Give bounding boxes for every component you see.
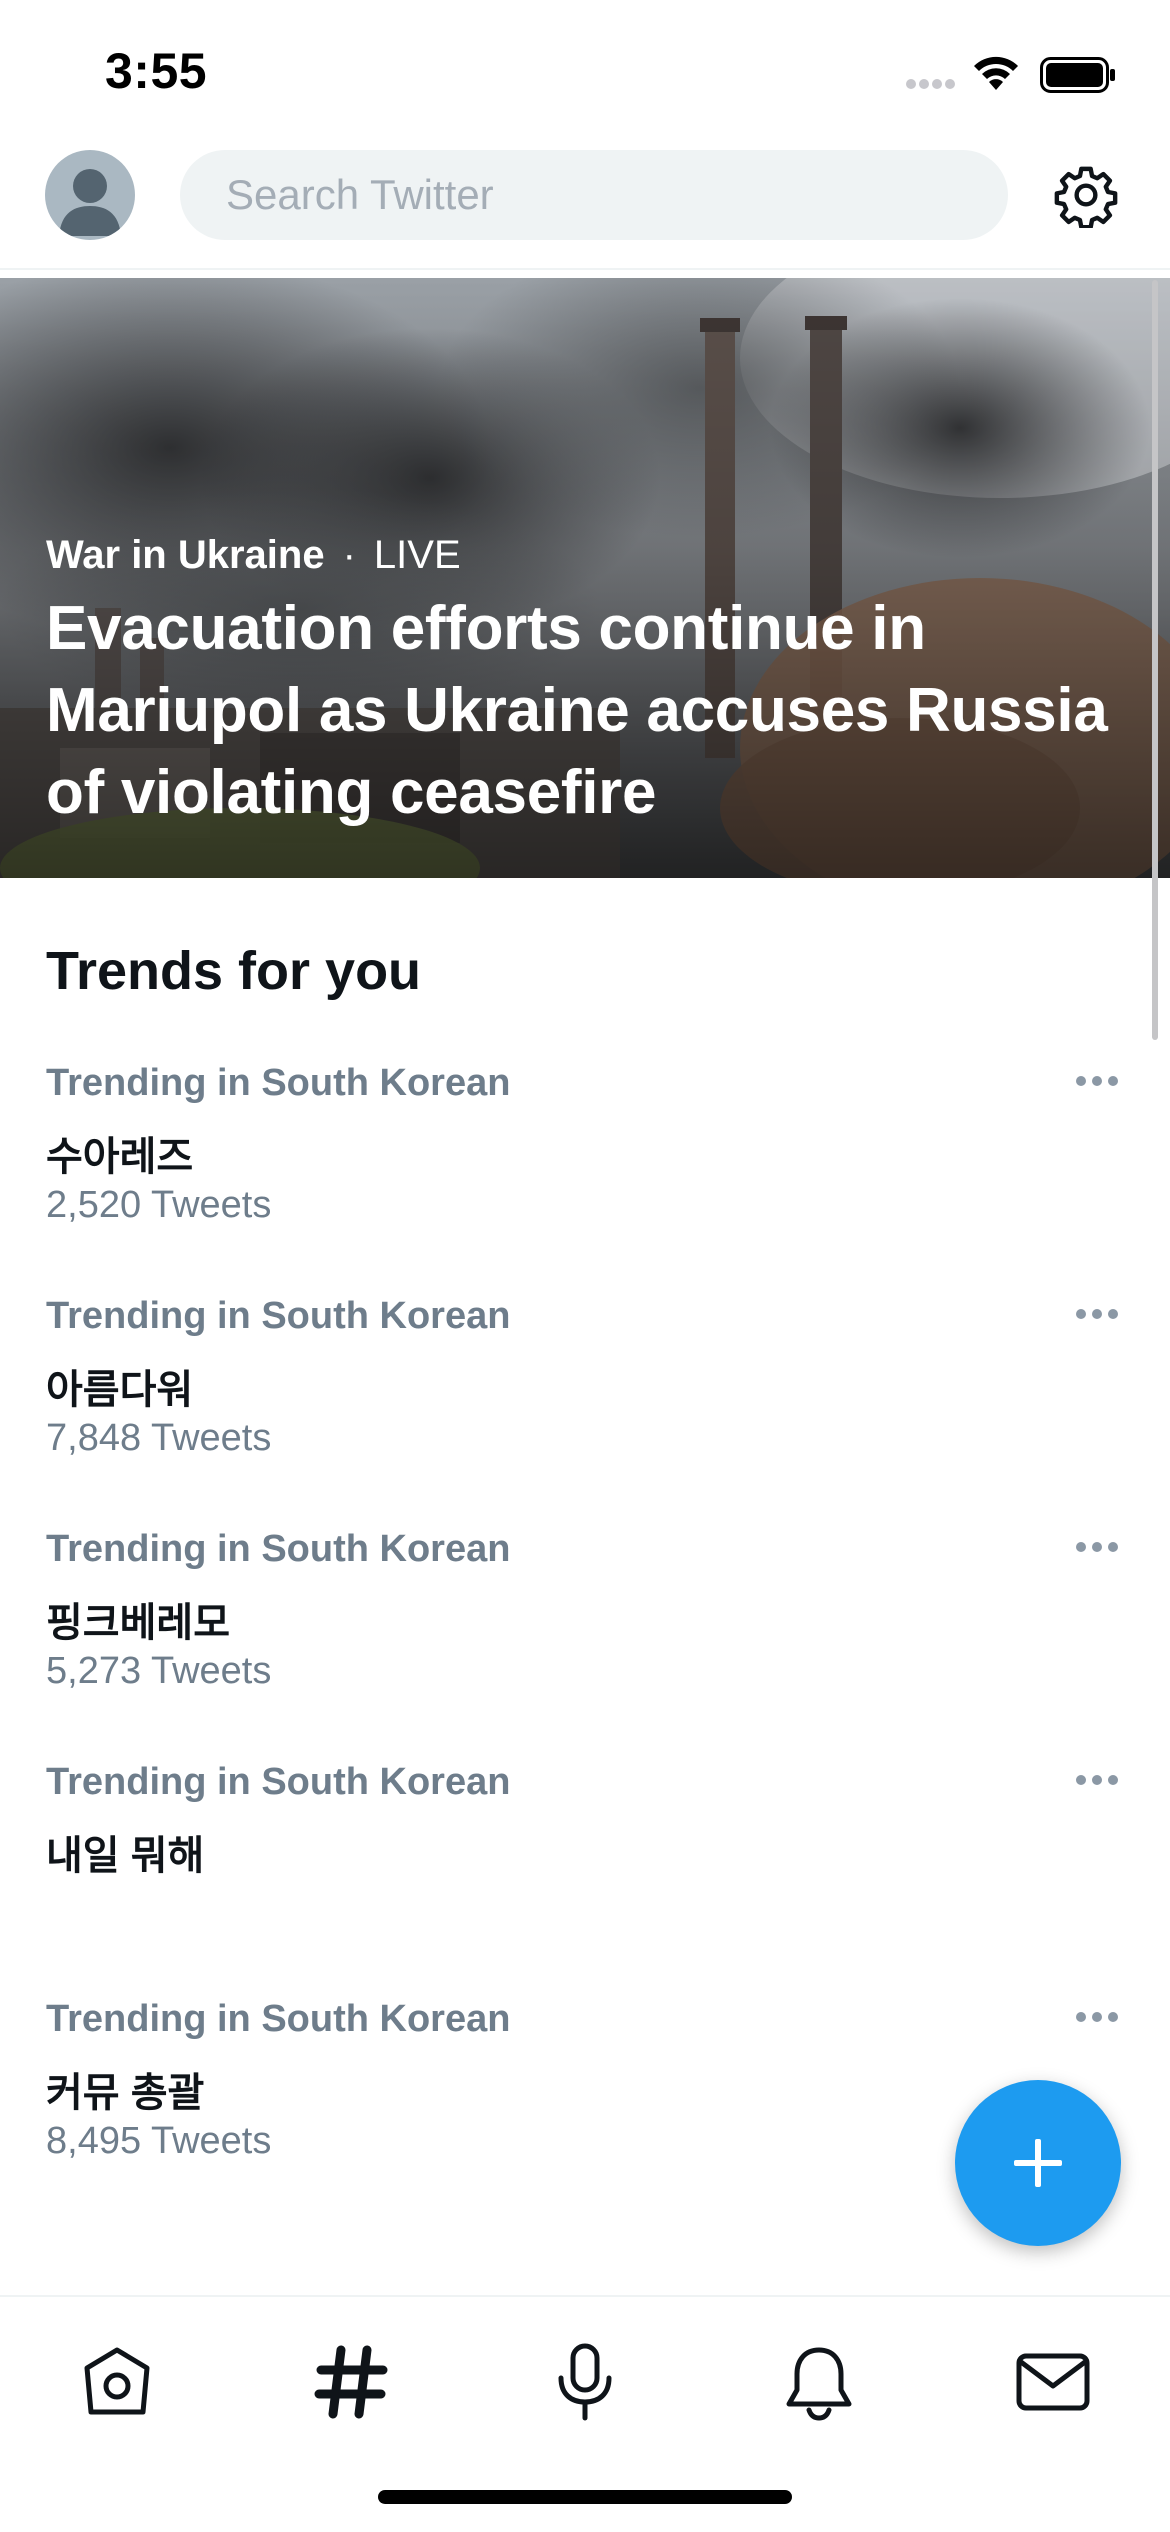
- live-label: LIVE: [373, 533, 461, 577]
- trend-name: 핑크베레모: [46, 1601, 230, 1645]
- wifi-icon: [974, 56, 1018, 90]
- trend-item[interactable]: Trending in South Korean 수아레즈 2,520 Twee…: [0, 1062, 1170, 1262]
- plus-icon: [1014, 2139, 1062, 2187]
- messages-envelope-icon[interactable]: [1013, 2342, 1093, 2422]
- trend-name: 커뮤 총괄: [46, 2071, 205, 2115]
- more-options-icon[interactable]: [1074, 1307, 1120, 1321]
- trend-name: 아름다워: [46, 1368, 194, 1412]
- explore-header: [0, 140, 1170, 270]
- news-meta: War in Ukraine · LIVE: [46, 533, 1120, 578]
- battery-icon: [1040, 57, 1115, 93]
- featured-news-text: War in Ukraine · LIVE Evacuation efforts…: [46, 533, 1120, 834]
- notifications-bell-icon[interactable]: [779, 2342, 859, 2422]
- more-options-icon[interactable]: [1074, 1074, 1120, 1088]
- trend-item[interactable]: Trending in South Korean 아름다워 7,848 Twee…: [0, 1295, 1170, 1495]
- news-topic: War in Ukraine: [46, 533, 325, 577]
- trend-tweet-count: 8,495 Tweets: [46, 2120, 272, 2162]
- scrollbar[interactable]: [1152, 280, 1158, 1040]
- settings-gear-icon[interactable]: [1053, 162, 1119, 228]
- compose-tweet-button[interactable]: [955, 2080, 1121, 2246]
- trend-item[interactable]: Trending in South Korean 핑크베레모 5,273 Twe…: [0, 1528, 1170, 1728]
- home-indicator[interactable]: [378, 2490, 792, 2504]
- profile-avatar[interactable]: [45, 150, 135, 240]
- featured-news-card[interactable]: War in Ukraine · LIVE Evacuation efforts…: [0, 278, 1170, 878]
- trend-context: Trending in South Korean: [46, 1062, 511, 1104]
- trend-item[interactable]: Trending in South Korean 내일 뭐해: [0, 1761, 1170, 1961]
- trend-tweet-count: 5,273 Tweets: [46, 1650, 272, 1692]
- trend-name: 수아레즈: [46, 1135, 194, 1179]
- explore-hashtag-icon[interactable]: [311, 2342, 391, 2422]
- status-bar: 3:55: [0, 0, 1170, 140]
- trend-context: Trending in South Korean: [46, 1528, 511, 1570]
- more-options-icon[interactable]: [1074, 1540, 1120, 1554]
- trends-section-title: Trends for you: [46, 941, 422, 1001]
- trend-context: Trending in South Korean: [46, 1998, 511, 2040]
- trend-name: 내일 뭐해: [46, 1834, 205, 1878]
- trend-context: Trending in South Korean: [46, 1295, 511, 1337]
- status-time: 3:55: [105, 43, 208, 99]
- news-headline: Evacuation efforts continue in Mariupol …: [46, 594, 1108, 827]
- trend-context: Trending in South Korean: [46, 1761, 511, 1803]
- more-options-icon[interactable]: [1074, 1773, 1120, 1787]
- search-input[interactable]: [180, 150, 1008, 240]
- trend-tweet-count: 7,848 Tweets: [46, 1417, 272, 1459]
- trend-tweet-count: 2,520 Tweets: [46, 1184, 272, 1226]
- search-bar[interactable]: [180, 150, 1008, 240]
- default-avatar-icon: [59, 169, 121, 236]
- cellular-signal-icon: [906, 79, 955, 89]
- spaces-microphone-icon[interactable]: [545, 2342, 625, 2422]
- meta-separator: ·: [342, 533, 356, 577]
- home-icon[interactable]: [77, 2342, 157, 2422]
- more-options-icon[interactable]: [1074, 2010, 1120, 2024]
